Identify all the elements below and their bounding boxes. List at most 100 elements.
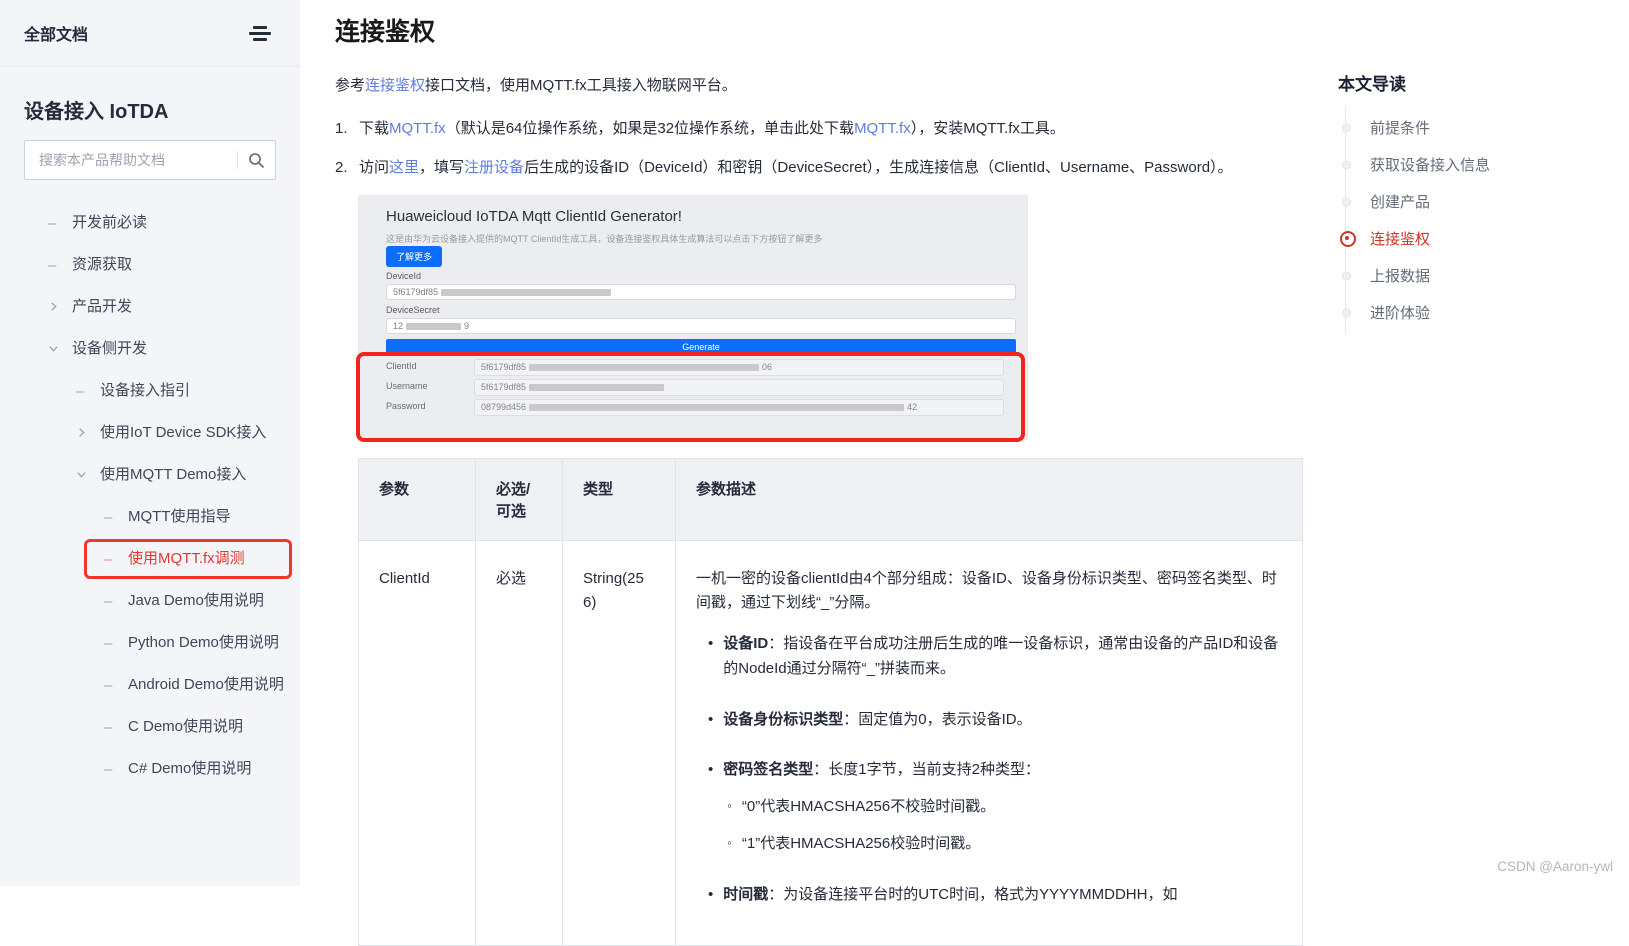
sidebar-item-label[interactable]: 使用IoT Device SDK接入 — [100, 421, 284, 444]
dash-icon: – — [104, 673, 128, 697]
dash-icon: – — [104, 505, 128, 529]
circle-marker-icon — [1342, 197, 1351, 206]
hamburger-menu-icon[interactable] — [248, 23, 272, 44]
sidebar-item[interactable]: – 使用MQTT.fx调测 — [0, 538, 300, 580]
devicesecret-label: DeviceSecret — [386, 305, 440, 315]
active-target-icon — [1340, 231, 1356, 247]
redacted-bar — [406, 323, 461, 330]
text-segment: 接口文档，使用MQTT.fx工具接入物联网平台。 — [425, 77, 737, 94]
text-segment[interactable]: 这里 — [389, 159, 419, 176]
devicesecret-field: 12 9 — [386, 318, 1016, 334]
search-icon[interactable] — [248, 152, 265, 169]
sidebar-item[interactable]: – Android Demo使用说明 — [0, 664, 300, 706]
text-segment: ，填写 — [419, 159, 464, 176]
dash-icon: – — [104, 547, 128, 571]
toc-item[interactable]: 上报数据 — [1370, 257, 1618, 294]
sidebar-item[interactable]: – 使用MQTT Demo接入 — [0, 454, 300, 496]
dash-icon: – — [104, 715, 128, 739]
bullet-icon: • — [708, 708, 713, 745]
dash-icon: – — [48, 253, 72, 277]
sidebar-item[interactable]: – C# Demo使用说明 — [0, 748, 300, 790]
toc-item-label[interactable]: 上报数据 — [1370, 268, 1430, 285]
sidebar-item[interactable]: – Python Demo使用说明 — [0, 622, 300, 664]
toc-item[interactable]: 进阶体验 — [1370, 294, 1618, 331]
text-segment[interactable]: 注册设备 — [464, 159, 524, 176]
sidebar-item-label[interactable]: 设备侧开发 — [72, 337, 284, 360]
toc-title: 本文导读 — [1338, 70, 1618, 95]
toc-item[interactable]: 前提条件 — [1370, 109, 1618, 146]
sub-bullet-item: ◦“1”代表HMACSHA256校验时间戳。 — [727, 832, 1282, 857]
redacted-bar — [441, 289, 611, 296]
toc-item[interactable]: 创建产品 — [1370, 183, 1618, 220]
chevron-right-icon[interactable] — [48, 295, 72, 319]
cell-description: 一机一密的设备clientId由4个部分组成：设备ID、设备身份标识类型、密码签… — [676, 540, 1303, 946]
sidebar-item[interactable]: – 资源获取 — [0, 244, 300, 286]
bullet-icon: • — [708, 758, 713, 868]
steps-list: 1. 下载MQTT.fx（默认是64位操作系统，如果是32位操作系统，单击此处下… — [335, 116, 1235, 182]
result-label: Password — [386, 401, 426, 411]
sidebar-item[interactable]: – 开发前必读 — [0, 202, 300, 244]
text-segment[interactable]: MQTT.fx — [389, 120, 446, 137]
bullet-icon: • — [708, 883, 713, 920]
toc-item-label[interactable]: 进阶体验 — [1370, 305, 1430, 322]
toc-item-label[interactable]: 连接鉴权 — [1370, 231, 1430, 248]
text-segment[interactable]: MQTT.fx — [854, 120, 911, 137]
table-header-cell: 必选/可选 — [476, 458, 563, 540]
sidebar-item-label[interactable]: 产品开发 — [72, 295, 284, 318]
toc-item-label[interactable]: 前提条件 — [1370, 120, 1430, 137]
sidebar-item-label[interactable]: Python Demo使用说明 — [128, 631, 284, 654]
result-label: ClientId — [386, 361, 417, 371]
all-docs-link[interactable]: 全部文档 — [24, 21, 88, 45]
chevron-right-icon[interactable] — [76, 421, 100, 445]
sidebar-item-label[interactable]: 使用MQTT.fx调测 — [128, 547, 284, 570]
text-segment[interactable]: 连接鉴权 — [365, 77, 425, 94]
sidebar-item-label[interactable]: 资源获取 — [72, 253, 284, 276]
devicesecret-value-suffix: 9 — [464, 321, 469, 331]
chevron-down-icon[interactable] — [48, 337, 72, 361]
circle-marker-icon — [1342, 271, 1351, 280]
devicesecret-value: 12 — [393, 321, 403, 331]
sidebar-item[interactable]: – 产品开发 — [0, 286, 300, 328]
sidebar-item[interactable]: – C Demo使用说明 — [0, 706, 300, 748]
bullet-text: 时间戳：为设备连接平台时的UTC时间，格式为YYYYMMDDHH，如 — [723, 883, 1282, 920]
cell-required: 必选 — [476, 540, 563, 946]
bullet-text: 密码签名类型：长度1字节，当前支持2种类型： ◦“0”代表HMACSHA256不… — [723, 758, 1282, 868]
toc-item-label[interactable]: 创建产品 — [1370, 194, 1430, 211]
sidebar: 全部文档 设备接入 IoTDA – 开发前必读 – 资源获取 – — [0, 0, 300, 886]
toc-item[interactable]: 连接鉴权 — [1370, 220, 1618, 257]
sidebar-item-label[interactable]: 开发前必读 — [72, 211, 284, 234]
sidebar-item-label[interactable]: C Demo使用说明 — [128, 715, 284, 738]
cell-type: String(256) — [563, 540, 676, 946]
sidebar-item-label[interactable]: 使用MQTT Demo接入 — [100, 463, 284, 486]
sidebar-item[interactable]: – 使用IoT Device SDK接入 — [0, 412, 300, 454]
sidebar-item-label[interactable]: Android Demo使用说明 — [128, 673, 284, 696]
sidebar-item-label[interactable]: C# Demo使用说明 — [128, 757, 284, 780]
sidebar-item[interactable]: – 设备侧开发 — [0, 328, 300, 370]
result-row-username: Username 5f6179df85 — [386, 379, 1014, 396]
sidebar-item-label[interactable]: 设备接入指引 — [100, 379, 284, 402]
search-box[interactable] — [24, 140, 276, 180]
chevron-down-icon[interactable] — [76, 463, 100, 487]
result-row-password: Password 08799d45642 — [386, 399, 1014, 416]
sidebar-item-label[interactable]: MQTT使用指导 — [128, 505, 284, 528]
sub-bullet-list: ◦“0”代表HMACSHA256不校验时间戳。◦“1”代表HMACSHA256校… — [723, 795, 1282, 857]
generator-title: Huaweicloud IoTDA Mqtt ClientId Generato… — [386, 208, 682, 225]
table-header-row: 参数必选/可选类型参数描述 — [359, 458, 1303, 540]
sidebar-item-label[interactable]: Java Demo使用说明 — [128, 589, 284, 612]
generate-button: Generate — [386, 339, 1016, 355]
result-value: 08799d45642 — [474, 399, 1004, 416]
sidebar-item[interactable]: – 设备接入指引 — [0, 370, 300, 412]
toc-item[interactable]: 获取设备接入信息 — [1370, 146, 1618, 183]
cell-param: ClientId — [359, 540, 476, 946]
toc-list: 前提条件 获取设备接入信息 创建产品 连接鉴权 上报数据 进阶体验 — [1345, 107, 1618, 333]
sidebar-item[interactable]: – MQTT使用指导 — [0, 496, 300, 538]
toc-item-label[interactable]: 获取设备接入信息 — [1370, 157, 1490, 174]
text-segment: （默认是64位操作系统，如果是32位操作系统，单击此处下载 — [446, 120, 854, 137]
redacted-bar — [529, 404, 904, 411]
sidebar-item[interactable]: – Java Demo使用说明 — [0, 580, 300, 622]
circle-bullet-icon: ◦ — [727, 795, 732, 820]
step-item-2: 2. 访问这里，填写注册设备后生成的设备ID（DeviceId）和密钥（Devi… — [335, 155, 1235, 181]
step-text: 下载MQTT.fx（默认是64位操作系统，如果是32位操作系统，单击此处下载MQ… — [359, 116, 1235, 142]
dash-icon: – — [104, 757, 128, 781]
search-input[interactable] — [37, 151, 231, 169]
